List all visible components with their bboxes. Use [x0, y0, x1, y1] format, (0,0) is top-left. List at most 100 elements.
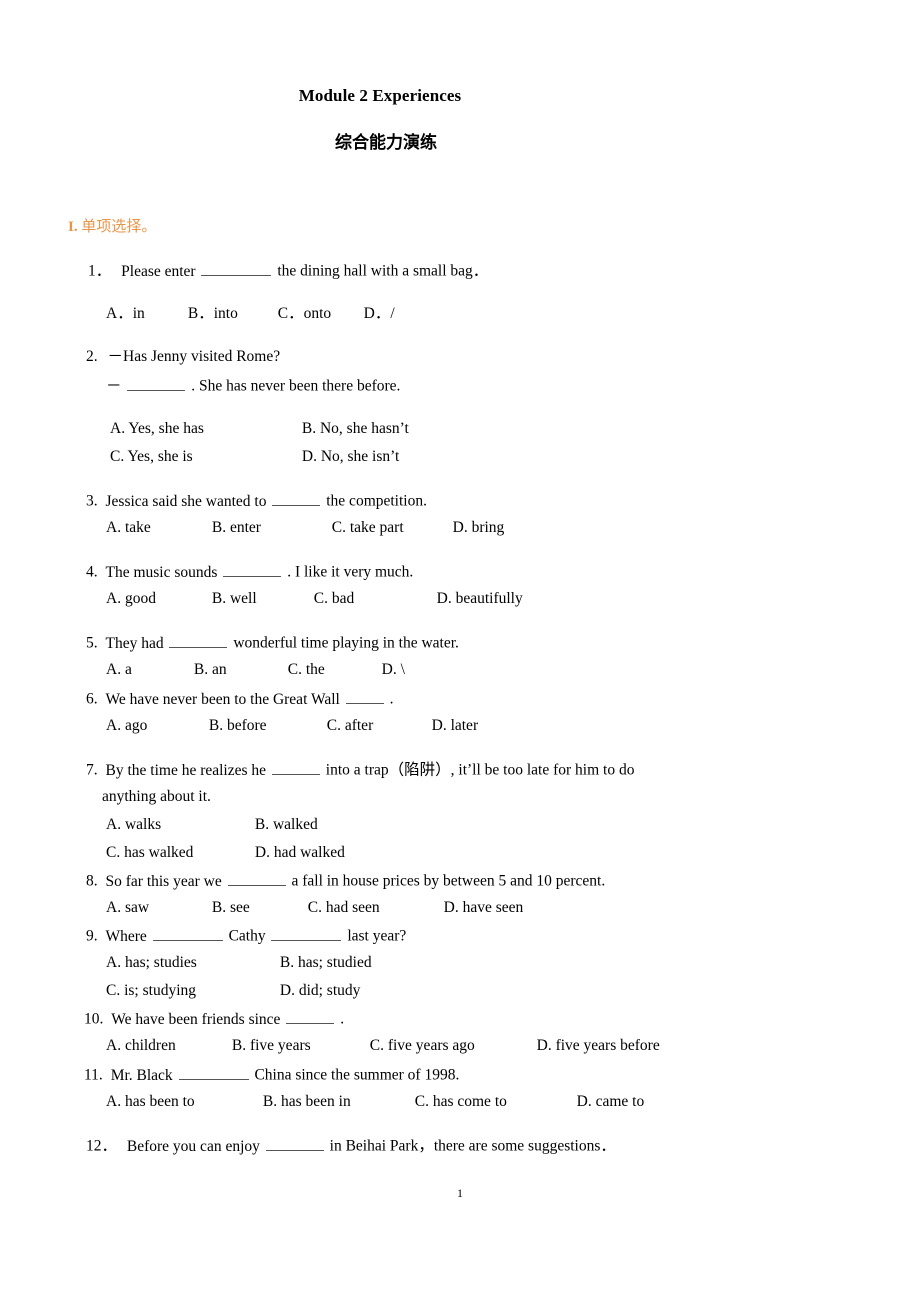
question-6-option-b[interactable]: B. before [209, 716, 323, 735]
section-numeral: I. [68, 219, 78, 235]
question-8-option-c[interactable]: C. had seen [308, 898, 440, 917]
question-9-options-row2: C. is; studying D. did; study [106, 981, 360, 1000]
question-9-option-a[interactable]: A. has; studies [106, 953, 276, 972]
question-11-options: A. has been to B. has been in C. has com… [106, 1092, 644, 1111]
question-1-blank[interactable] [201, 260, 272, 276]
question-4-option-a[interactable]: A. good [106, 589, 208, 608]
page-number: 1 [457, 1186, 463, 1200]
section-label: 单项选择。 [81, 219, 157, 235]
question-2-line1: －Has Jenny visited Rome? [107, 348, 281, 365]
question-7-blank[interactable] [271, 759, 320, 775]
question-7-option-a[interactable]: A. walks [106, 815, 251, 834]
question-11-text-before: Mr. Black [110, 1066, 173, 1084]
question-5-stem: 5. They had wonderful time playing in th… [86, 632, 459, 653]
question-10-option-c[interactable]: C. five years ago [370, 1036, 533, 1055]
question-1-text-after: the dining hall with a small bag． [277, 262, 489, 280]
question-7-option-c[interactable]: C. has walked [106, 843, 251, 862]
question-8-text-before: So far this year we [105, 872, 222, 890]
question-3-option-a[interactable]: A. take [106, 518, 208, 537]
question-12-blank[interactable] [265, 1135, 324, 1151]
question-7-stem-line2: anything about it. [102, 787, 211, 806]
question-10-option-b[interactable]: B. five years [232, 1036, 366, 1055]
question-2-blank[interactable] [127, 375, 186, 391]
question-3-option-c[interactable]: C. take part [332, 518, 449, 537]
question-8-option-a[interactable]: A. saw [106, 898, 208, 917]
question-11-number: 11. [84, 1066, 103, 1084]
question-5-option-b[interactable]: B. an [194, 660, 284, 679]
question-5-blank[interactable] [169, 632, 228, 648]
question-6-text-before: We have never been to the Great Wall [105, 690, 340, 708]
question-3-text-before: Jessica said she wanted to [105, 492, 267, 510]
question-5-option-d[interactable]: D. \ [382, 660, 405, 679]
question-1-text-before: Please enter [121, 262, 196, 280]
question-3-stem: 3. Jessica said she wanted to the compet… [86, 490, 427, 511]
question-6-options: A. ago B. before C. after D. later [106, 716, 478, 735]
question-3-blank[interactable] [272, 490, 321, 506]
question-10-text-after: . [340, 1010, 345, 1028]
question-9-option-c[interactable]: C. is; studying [106, 981, 276, 1000]
question-8-option-d[interactable]: D. have seen [444, 898, 524, 917]
question-11-option-a[interactable]: A. has been to [106, 1092, 259, 1111]
question-2-option-a[interactable]: A. Yes, she has [110, 419, 298, 438]
question-9-text-before: Where [105, 927, 147, 945]
question-8-number: 8. [86, 872, 98, 890]
question-9-option-d[interactable]: D. did; study [280, 981, 361, 1000]
question-1-option-a[interactable]: A．in [106, 304, 184, 323]
question-11-stem: 11. Mr. Black China since the summer of … [84, 1064, 459, 1085]
question-7-number: 7. [86, 761, 98, 779]
question-11-option-c[interactable]: C. has come to [415, 1092, 573, 1111]
question-9-text-after: last year? [347, 927, 407, 945]
question-6-option-d[interactable]: D. later [432, 716, 478, 735]
question-4-blank[interactable] [223, 561, 282, 577]
question-11-option-d[interactable]: D. came to [577, 1092, 645, 1111]
question-4-option-b[interactable]: B. well [212, 589, 310, 608]
question-2-option-c[interactable]: C. Yes, she is [110, 447, 298, 466]
question-5-option-a[interactable]: A. a [106, 660, 190, 679]
question-2-options-row1: A. Yes, she has B. No, she hasn’t [110, 419, 409, 438]
question-10-option-d[interactable]: D. five years before [537, 1036, 660, 1055]
question-2-line2: . She has never been there before. [191, 377, 401, 395]
question-4-option-d[interactable]: D. beautifully [437, 589, 523, 608]
question-1-option-d[interactable]: D．/ [364, 304, 395, 323]
question-1-option-b[interactable]: B．into [188, 304, 274, 323]
question-11-blank[interactable] [178, 1064, 249, 1080]
page-title: Module 2 Experiences [298, 86, 462, 105]
question-8-option-b[interactable]: B. see [212, 898, 304, 917]
question-4-options: A. good B. well C. bad D. beautifully [106, 589, 523, 608]
question-7-option-d[interactable]: D. had walked [255, 843, 345, 862]
question-2-option-d[interactable]: D. No, she isn’t [302, 447, 399, 466]
question-6-text-after: . [389, 690, 394, 708]
question-11-text-after: China since the summer of 1998. [254, 1066, 460, 1084]
question-6-stem: 6. We have never been to the Great Wall … [86, 688, 393, 709]
question-4-option-c[interactable]: C. bad [314, 589, 433, 608]
question-7-option-b[interactable]: B. walked [255, 815, 318, 834]
question-4-stem: 4. The music sounds . I like it very muc… [86, 561, 413, 582]
question-9-stem: 9. Where Cathy last year? [86, 925, 406, 946]
question-10-option-a[interactable]: A. children [106, 1036, 228, 1055]
question-10-options: A. children B. five years C. five years … [106, 1036, 660, 1055]
question-9-blank-2[interactable] [271, 925, 342, 941]
question-3-option-d[interactable]: D. bring [453, 518, 505, 537]
question-6-option-c[interactable]: C. after [327, 716, 428, 735]
question-3-option-b[interactable]: B. enter [212, 518, 328, 537]
question-12-text-before: Before you can enjoy [126, 1137, 260, 1155]
question-9-blank-1[interactable] [152, 925, 223, 941]
document-page: Module 2 Experiences 综合能力演练 I. 单项选择。 1． … [0, 0, 920, 1302]
question-6-blank[interactable] [345, 688, 384, 704]
question-10-blank[interactable] [286, 1008, 335, 1024]
question-6-option-a[interactable]: A. ago [106, 716, 205, 735]
question-11-option-b[interactable]: B. has been in [263, 1092, 411, 1111]
question-1-number: 1． [88, 262, 112, 280]
question-10-number: 10. [84, 1010, 104, 1028]
question-8-blank[interactable] [227, 870, 286, 886]
question-6-number: 6. [86, 690, 98, 708]
question-5-option-c[interactable]: C. the [288, 660, 378, 679]
question-7-text-line2: anything about it. [102, 788, 211, 805]
question-1-options: A．in B．into C．onto D．/ [106, 304, 395, 323]
question-10-stem: 10. We have been friends since . [84, 1008, 344, 1029]
question-1-option-c[interactable]: C．onto [278, 304, 360, 323]
question-2-stem: 2. －Has Jenny visited Rome? [86, 347, 280, 366]
question-2-option-b[interactable]: B. No, she hasn’t [302, 419, 409, 438]
question-5-options: A. a B. an C. the D. \ [106, 660, 405, 679]
question-9-option-b[interactable]: B. has; studied [280, 953, 372, 972]
